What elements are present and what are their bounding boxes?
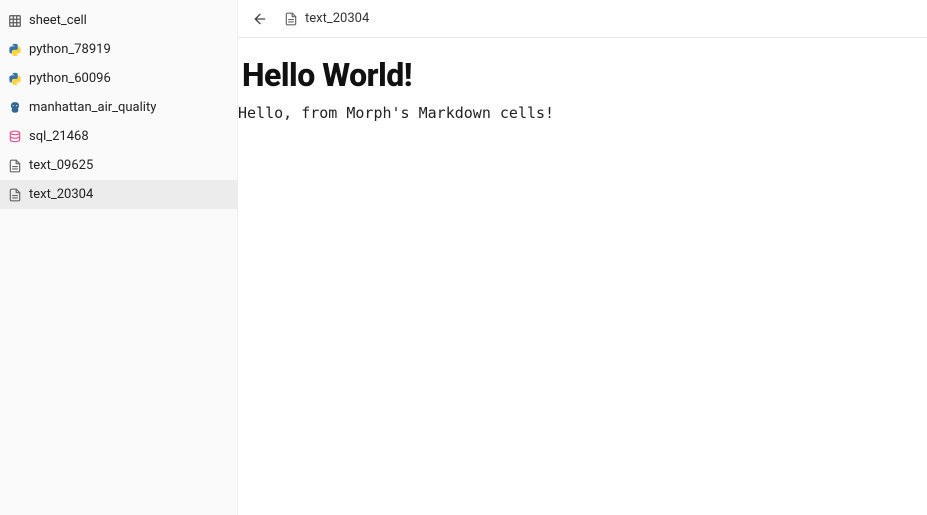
body-text: Hello, from Morph's Markdown cells!: [238, 104, 927, 122]
breadcrumb: text_20304: [284, 11, 369, 26]
topbar: text_20304: [238, 0, 927, 38]
sidebar-item-sql_21468[interactable]: sql_21468: [0, 122, 237, 151]
sidebar-item-manhattan_air_quality[interactable]: manhattan_air_quality: [0, 93, 237, 122]
sidebar: sheet_cell python_78919 python_60096manhat…: [0, 0, 238, 515]
python-icon: [8, 43, 22, 57]
content: Hello World! Hello, from Morph's Markdow…: [238, 38, 927, 515]
sidebar-item-label: sql_21468: [29, 129, 89, 144]
sidebar-item-sheet_cell[interactable]: sheet_cell: [0, 6, 237, 35]
sidebar-item-label: sheet_cell: [29, 13, 87, 28]
sidebar-item-python_60096[interactable]: python_60096: [0, 64, 237, 93]
sidebar-item-label: text_20304: [29, 187, 93, 202]
sidebar-item-label: python_78919: [29, 42, 111, 57]
sidebar-item-text_20304[interactable]: text_20304: [0, 180, 237, 209]
text-icon: [8, 188, 22, 202]
sidebar-item-text_09625[interactable]: text_09625: [0, 151, 237, 180]
page-heading: Hello World!: [238, 56, 927, 104]
text-icon: [8, 159, 22, 173]
postgres-icon: [8, 101, 22, 115]
text-icon: [284, 12, 298, 26]
sidebar-item-label: manhattan_air_quality: [29, 100, 156, 115]
sidebar-item-label: text_09625: [29, 158, 93, 173]
sidebar-item-python_78919[interactable]: python_78919: [0, 35, 237, 64]
back-button[interactable]: [250, 9, 270, 29]
file-name: text_20304: [305, 11, 369, 26]
sidebar-item-label: python_60096: [29, 71, 111, 86]
main: text_20304 Hello World! Hello, from Morp…: [238, 0, 927, 515]
sql-icon: [8, 130, 22, 144]
table-icon: [8, 14, 22, 28]
python-icon: [8, 72, 22, 86]
arrow-left-icon: [252, 11, 268, 27]
